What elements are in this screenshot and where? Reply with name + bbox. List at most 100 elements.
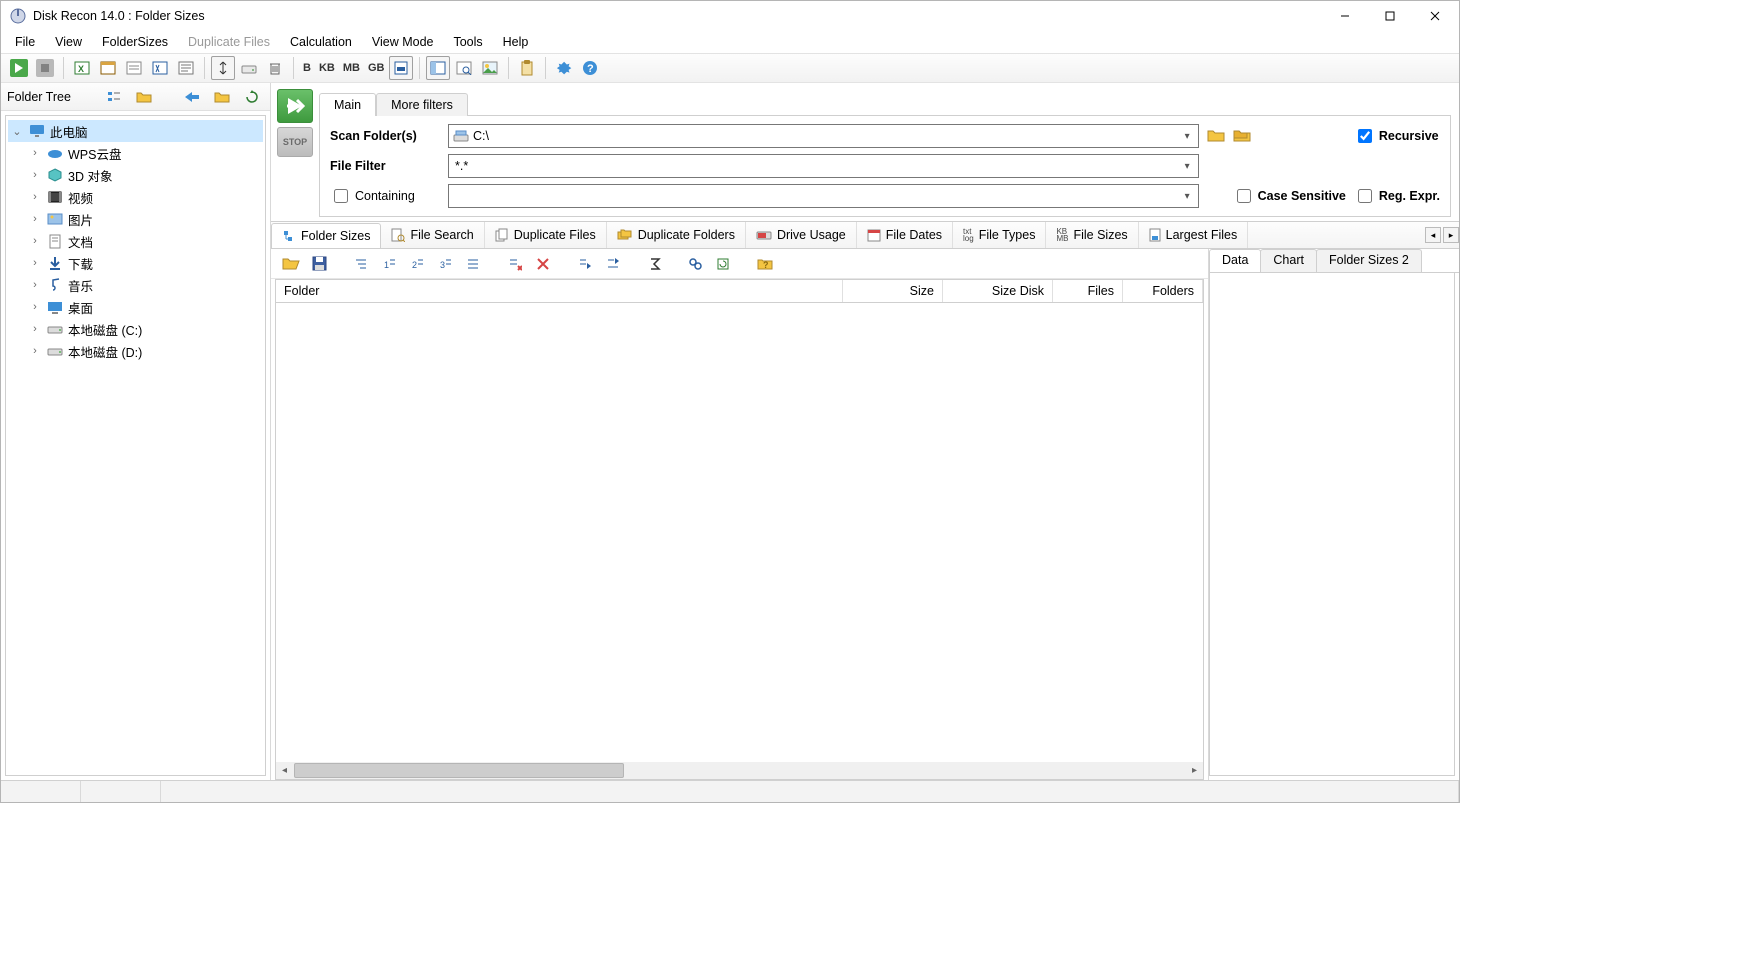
col-size-disk[interactable]: Size Disk <box>943 280 1053 302</box>
maximize-button[interactable] <box>1367 2 1412 31</box>
tree-refresh-icon[interactable] <box>240 85 264 109</box>
tree-node[interactable]: ›视频 <box>8 186 263 208</box>
grid-body[interactable]: ◂ ▸ <box>275 303 1204 780</box>
menu-help[interactable]: Help <box>493 33 539 51</box>
side-tab-chart[interactable]: Chart <box>1260 249 1317 272</box>
tree-goto-folder-icon[interactable] <box>210 85 234 109</box>
containing-checkbox[interactable]: Containing <box>330 186 440 206</box>
tree-node[interactable]: ›文档 <box>8 230 263 252</box>
containing-field[interactable]: ▾ <box>448 184 1199 208</box>
export-html-icon[interactable] <box>96 56 120 80</box>
open-folder-icon[interactable] <box>279 252 303 276</box>
containing-input[interactable] <box>453 188 1177 204</box>
tab-scroll-left[interactable]: ◂ <box>1425 227 1441 243</box>
col-folder[interactable]: Folder <box>276 280 843 302</box>
go-icon[interactable] <box>7 56 31 80</box>
export-excel-icon[interactable]: X <box>70 56 94 80</box>
drive-icon[interactable] <box>237 56 261 80</box>
mod-tab-file-sizes[interactable]: KBMBFile Sizes <box>1046 222 1138 248</box>
tree-level1-icon[interactable]: 1 <box>377 252 401 276</box>
add-folder-icon[interactable] <box>1233 128 1251 144</box>
minimize-button[interactable] <box>1322 2 1367 31</box>
unit-bytes[interactable]: B <box>300 56 314 80</box>
mod-tab-file-search[interactable]: File Search <box>381 222 484 248</box>
tab-more-filters[interactable]: More filters <box>376 93 468 116</box>
tree-level3-icon[interactable]: 3 <box>433 252 457 276</box>
mod-tab-duplicate-files[interactable]: Duplicate Files <box>485 222 607 248</box>
tree-node[interactable]: ›WPS云盘 <box>8 142 263 164</box>
scroll-right-icon[interactable]: ▸ <box>1186 762 1203 779</box>
scroll-thumb[interactable] <box>294 763 624 778</box>
tree-back-icon[interactable] <box>180 85 204 109</box>
sigma-icon[interactable] <box>643 252 667 276</box>
menu-tools[interactable]: Tools <box>443 33 492 51</box>
scan-stop-button[interactable]: STOP <box>277 127 313 157</box>
side-tab-data[interactable]: Data <box>1209 249 1261 272</box>
unit-auto-icon[interactable] <box>389 56 413 80</box>
mod-tab-drive-usage[interactable]: Drive Usage <box>746 222 857 248</box>
regex-checkbox[interactable]: Reg. Expr. <box>1354 186 1440 206</box>
tree-list-icon[interactable] <box>102 85 126 109</box>
export-xml-icon[interactable] <box>148 56 172 80</box>
delete-icon[interactable] <box>263 56 287 80</box>
remove-selected-icon[interactable] <box>503 252 527 276</box>
col-size[interactable]: Size <box>843 280 943 302</box>
scroll-left-icon[interactable]: ◂ <box>276 762 293 779</box>
menu-view[interactable]: View <box>45 33 92 51</box>
tree-node[interactable]: ›音乐 <box>8 274 263 296</box>
tree-node[interactable]: ›本地磁盘 (D:) <box>8 340 263 362</box>
scan-folders-field[interactable]: C:\ ▾ <box>448 124 1199 148</box>
scan-go-button[interactable] <box>277 89 313 123</box>
tree-node[interactable]: ›桌面 <box>8 296 263 318</box>
menu-foldersizes[interactable]: FolderSizes <box>92 33 178 51</box>
chevron-down-icon[interactable]: ▾ <box>1181 161 1194 172</box>
mod-tab-file-dates[interactable]: File Dates <box>857 222 953 248</box>
stop-toolbar-icon[interactable] <box>33 56 57 80</box>
file-filter-input[interactable] <box>453 158 1177 174</box>
mod-tab-folder-sizes[interactable]: Folder Sizes <box>271 223 381 249</box>
find-icon[interactable] <box>683 252 707 276</box>
horizontal-scrollbar[interactable]: ◂ ▸ <box>276 762 1203 779</box>
mod-tab-duplicate-folders[interactable]: Duplicate Folders <box>607 222 746 248</box>
tree-node[interactable]: ›3D 对象 <box>8 164 263 186</box>
case-sensitive-checkbox[interactable]: Case Sensitive <box>1233 186 1346 206</box>
export-txt-icon[interactable] <box>174 56 198 80</box>
browse-folder-icon[interactable] <box>1207 128 1225 144</box>
chevron-down-icon[interactable]: ▾ <box>1181 131 1194 142</box>
col-files[interactable]: Files <box>1053 280 1123 302</box>
save-icon[interactable] <box>307 252 331 276</box>
mod-tab-largest-files[interactable]: Largest Files <box>1139 222 1249 248</box>
refresh-grid-icon[interactable] <box>711 252 735 276</box>
tree-expand-all-icon[interactable] <box>461 252 485 276</box>
unit-kb[interactable]: KB <box>316 56 338 80</box>
tree-node[interactable]: ›本地磁盘 (C:) <box>8 318 263 340</box>
side-tab-folder-sizes-2[interactable]: Folder Sizes 2 <box>1316 249 1422 272</box>
tree-node-this-pc[interactable]: ⌄ 此电脑 <box>8 120 263 142</box>
image-view-icon[interactable] <box>478 56 502 80</box>
tab-main[interactable]: Main <box>319 93 376 116</box>
clipboard-icon[interactable] <box>515 56 539 80</box>
indent-right-icon[interactable] <box>573 252 597 276</box>
settings-icon[interactable] <box>552 56 576 80</box>
file-filter-field[interactable]: ▾ <box>448 154 1199 178</box>
tree-open-folder-icon[interactable] <box>132 85 156 109</box>
tree-collapse-all-icon[interactable] <box>349 252 373 276</box>
preview-icon[interactable] <box>452 56 476 80</box>
help-icon[interactable]: ? <box>578 56 602 80</box>
chevron-down-icon[interactable]: ▾ <box>1181 191 1194 202</box>
export-csv-icon[interactable] <box>122 56 146 80</box>
recursive-checkbox[interactable]: Recursive <box>1354 126 1440 146</box>
help-grid-icon[interactable]: ? <box>753 252 777 276</box>
panel-layout-icon[interactable] <box>426 56 450 80</box>
tree-node[interactable]: ›图片 <box>8 208 263 230</box>
tab-scroll-right[interactable]: ▸ <box>1443 227 1459 243</box>
menu-calculation[interactable]: Calculation <box>280 33 362 51</box>
tree-node[interactable]: ›下载 <box>8 252 263 274</box>
unit-gb[interactable]: GB <box>365 56 388 80</box>
expand-height-icon[interactable] <box>211 56 235 80</box>
menu-view-mode[interactable]: View Mode <box>362 33 444 51</box>
mod-tab-file-types[interactable]: txtlogFile Types <box>953 222 1046 248</box>
folder-tree[interactable]: ⌄ 此电脑 ›WPS云盘 ›3D 对象 ›视频 ›图片 ›文档 ›下载 ›音乐 … <box>5 115 266 776</box>
close-button[interactable] <box>1412 2 1457 31</box>
menu-file[interactable]: File <box>5 33 45 51</box>
